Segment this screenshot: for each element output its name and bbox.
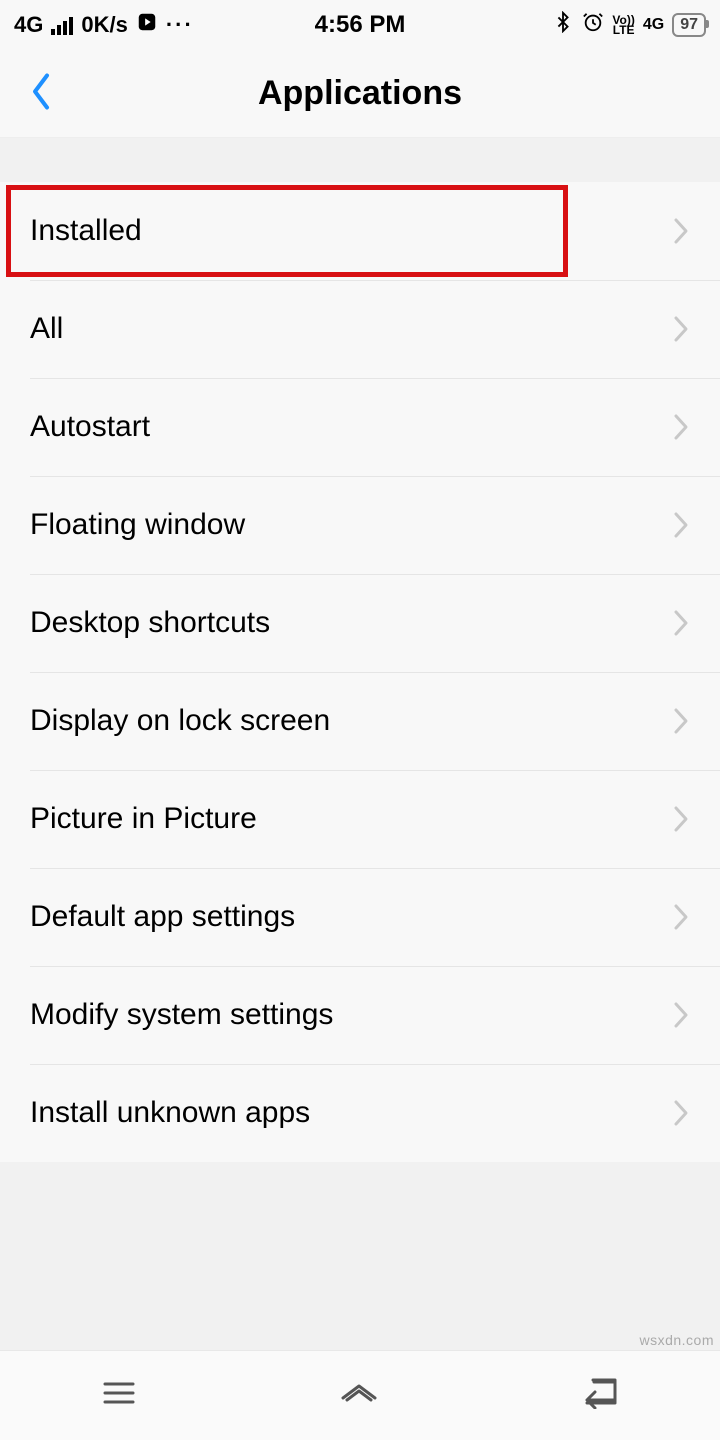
section-spacer: [0, 138, 720, 182]
settings-list: Installed All Autostart Floating window …: [0, 182, 720, 1162]
row-installed[interactable]: Installed: [0, 182, 720, 280]
row-label: All: [30, 312, 63, 346]
back-button[interactable]: [28, 71, 54, 116]
row-all[interactable]: All: [0, 280, 720, 378]
watermark: wsxdn.com: [639, 1332, 714, 1348]
row-label: Display on lock screen: [30, 704, 330, 738]
row-autostart[interactable]: Autostart: [0, 378, 720, 476]
chevron-right-icon: [672, 608, 690, 638]
signal-icon: [51, 15, 73, 35]
chevron-right-icon: [672, 804, 690, 834]
more-icon: ···: [166, 12, 194, 38]
status-left: 4G 0K/s ···: [14, 11, 194, 39]
battery-icon: 97: [672, 13, 706, 37]
bluetooth-icon: [552, 11, 574, 39]
chevron-right-icon: [672, 706, 690, 736]
row-label: Autostart: [30, 410, 150, 444]
navigation-bar: [0, 1350, 720, 1440]
row-display-on-lock-screen[interactable]: Display on lock screen: [0, 672, 720, 770]
nav-recents-button[interactable]: [99, 1378, 139, 1413]
network-type: 4G: [14, 12, 43, 38]
nav-home-button[interactable]: [337, 1378, 381, 1413]
volte-icon: Vo)) LTE: [612, 15, 634, 35]
row-install-unknown-apps[interactable]: Install unknown apps: [0, 1064, 720, 1162]
status-right: Vo)) LTE 4G 97: [552, 11, 706, 39]
chevron-right-icon: [672, 1000, 690, 1030]
network-type-2: 4G: [643, 16, 664, 34]
row-label: Installed: [30, 214, 142, 248]
status-bar: 4G 0K/s ··· 4:56 PM Vo)) LTE 4G 97: [0, 0, 720, 50]
chevron-right-icon: [672, 902, 690, 932]
row-label: Default app settings: [30, 900, 295, 934]
row-label: Floating window: [30, 508, 245, 542]
chevron-right-icon: [672, 1098, 690, 1128]
chevron-right-icon: [672, 314, 690, 344]
alarm-icon: [582, 11, 604, 39]
nav-back-button[interactable]: [579, 1377, 621, 1414]
row-label: Picture in Picture: [30, 802, 257, 836]
title-bar: Applications: [0, 50, 720, 138]
page-title: Applications: [258, 74, 462, 113]
row-label: Desktop shortcuts: [30, 606, 270, 640]
media-icon: [136, 11, 158, 39]
row-picture-in-picture[interactable]: Picture in Picture: [0, 770, 720, 868]
chevron-right-icon: [672, 216, 690, 246]
chevron-right-icon: [672, 412, 690, 442]
row-desktop-shortcuts[interactable]: Desktop shortcuts: [0, 574, 720, 672]
chevron-right-icon: [672, 510, 690, 540]
row-floating-window[interactable]: Floating window: [0, 476, 720, 574]
row-default-app-settings[interactable]: Default app settings: [0, 868, 720, 966]
row-label: Modify system settings: [30, 998, 333, 1032]
data-speed: 0K/s: [81, 12, 127, 38]
row-label: Install unknown apps: [30, 1096, 310, 1130]
row-modify-system-settings[interactable]: Modify system settings: [0, 966, 720, 1064]
